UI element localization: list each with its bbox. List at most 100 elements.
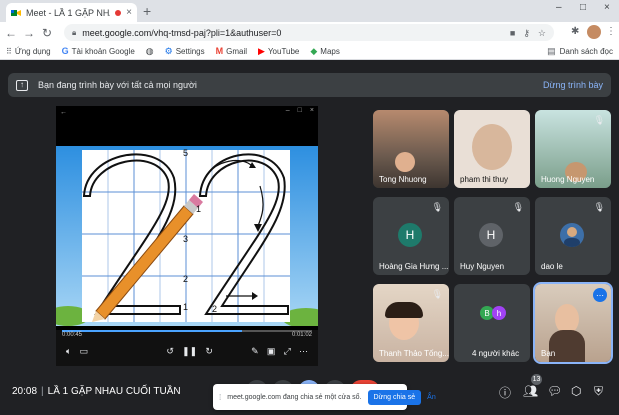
back-icon[interactable]: ← bbox=[4, 26, 18, 40]
participant-name: Bạn bbox=[541, 349, 556, 358]
meeting-info-icon[interactable]: ⓘ bbox=[499, 384, 511, 401]
self-tile[interactable]: ⋯ Bạn bbox=[533, 282, 613, 364]
reading-list-icon: ▤ bbox=[547, 46, 556, 56]
gmail-icon: M bbox=[215, 46, 224, 56]
profile-avatar[interactable] bbox=[587, 25, 601, 39]
stop-sharing-button[interactable]: Dừng chia sẻ bbox=[367, 389, 422, 405]
player-back-icon[interactable]: ← bbox=[60, 109, 67, 116]
pause-icon[interactable]: ❚❚ bbox=[182, 346, 197, 357]
extensions-icon[interactable]: ✱ bbox=[571, 26, 579, 37]
meeting-time: 20:08 bbox=[12, 386, 38, 397]
player-minimize-icon[interactable]: – bbox=[286, 107, 290, 114]
video-progress-bar[interactable] bbox=[62, 330, 312, 332]
slide-number: 2 bbox=[212, 304, 218, 314]
bookmark-settings[interactable]: ⚙ Settings bbox=[165, 46, 205, 57]
drag-handle-icon[interactable]: ⁞ bbox=[219, 393, 221, 402]
bookmark-globe[interactable]: ◍ bbox=[146, 46, 154, 57]
address-bar[interactable]: 🔒︎ meet.google.com/vhq-tmsd-paj?pli=1&au… bbox=[64, 24, 554, 41]
presentation-tile: ← – □ × 5 1 3 2 1 2 bbox=[56, 106, 318, 366]
bookmark-gmail[interactable]: M Gmail bbox=[216, 46, 247, 56]
rewind-icon[interactable]: ↺ bbox=[166, 346, 174, 357]
globe-icon: ◍ bbox=[145, 45, 154, 56]
hide-notification-button[interactable]: Ẩn bbox=[427, 394, 436, 401]
participant-tile[interactable]: pham thi thuy bbox=[454, 110, 530, 188]
participant-name: Tong Nhuong bbox=[379, 175, 427, 184]
recording-dot-icon bbox=[115, 9, 122, 16]
activities-icon[interactable]: ⬡ bbox=[571, 384, 581, 398]
banner-text: Bạn đang trình bày với tất cả mọi người bbox=[38, 80, 197, 90]
participant-tile[interactable]: 🎙︎ Thanh Thảo Tống... bbox=[373, 284, 449, 362]
close-window-button[interactable]: × bbox=[604, 2, 610, 13]
reading-list-label: Danh sách đọc bbox=[559, 47, 613, 56]
maximize-button[interactable]: □ bbox=[580, 2, 586, 13]
bookmark-label: Tài khoản Google bbox=[71, 46, 135, 56]
reload-icon[interactable]: ↻ bbox=[40, 26, 54, 40]
participant-face bbox=[472, 124, 512, 170]
gear-icon: ⚙ bbox=[164, 45, 173, 56]
bookmark-label: Gmail bbox=[226, 46, 248, 56]
key-icon[interactable]: ⚷ bbox=[523, 28, 530, 39]
bookmark-google-account[interactable]: G Tài khoản Google bbox=[62, 46, 135, 56]
mic-off-icon: 🎙︎ bbox=[431, 202, 443, 212]
participant-name: Huong Nguyen bbox=[541, 175, 595, 184]
apps-grid-icon: ⠿ bbox=[6, 46, 12, 56]
player-close-icon[interactable]: × bbox=[310, 107, 314, 114]
bookmark-apps[interactable]: ⠿ Ứng dụng bbox=[6, 47, 51, 56]
pen-icon[interactable]: ✎ bbox=[251, 346, 259, 357]
tab-close-icon[interactable]: × bbox=[126, 7, 132, 18]
host-controls-icon[interactable]: ⛨ bbox=[594, 384, 603, 399]
tab-title: Meet - LẦ 1 GẶP NHAU CUỐ bbox=[26, 7, 110, 18]
forward-icon[interactable]: → bbox=[22, 26, 36, 40]
slide-number: 1 bbox=[183, 302, 189, 312]
slide-number: 5 bbox=[183, 148, 189, 158]
participant-tile[interactable]: Tong Nhuong bbox=[373, 110, 449, 188]
reading-list[interactable]: ▤ Danh sách đọc bbox=[547, 46, 613, 57]
slide-number: 1 bbox=[196, 204, 202, 214]
subtitles-icon[interactable]: ▭ bbox=[80, 346, 89, 357]
participant-tile[interactable]: 🎙︎ dao le bbox=[535, 197, 611, 275]
participant-name: Hoàng Gia Hưng ... bbox=[379, 262, 449, 271]
player-controls: 0:00:45 0:01:02 🔈︎ ▭ ↺ ❚❚ ↻ ✎ ▣ ⤢ ⋯ bbox=[56, 330, 318, 366]
sharing-notification: ⁞ meet.google.com đang chia sẻ một cửa s… bbox=[213, 384, 436, 410]
fullscreen-icon[interactable]: ⤢ bbox=[284, 346, 291, 357]
browser-toolbar: ← → ↻ 🔒︎ meet.google.com/vhq-tmsd-paj?pl… bbox=[0, 22, 619, 43]
more-options-icon[interactable]: ⋯ bbox=[299, 346, 308, 357]
mic-off-icon: 🎙︎ bbox=[512, 202, 524, 212]
participant-avatar bbox=[560, 223, 584, 247]
minimize-button[interactable]: – bbox=[556, 2, 562, 13]
tile-more-options-icon[interactable]: ⋯ bbox=[593, 288, 607, 302]
player-maximize-icon[interactable]: □ bbox=[298, 107, 302, 114]
chrome-menu-icon[interactable]: ⋮ bbox=[606, 26, 616, 37]
participant-tile[interactable]: 🎙︎ H Huy Nguyen bbox=[454, 197, 530, 275]
bookmark-label: YouTube bbox=[267, 46, 300, 56]
browser-tab[interactable]: Meet - LẦ 1 GẶP NHAU CUỐ × bbox=[6, 3, 137, 22]
bookmark-maps[interactable]: ◆ Maps bbox=[310, 46, 339, 57]
people-icon[interactable]: 👥︎ bbox=[523, 384, 538, 398]
bookmark-label: Settings bbox=[175, 46, 205, 56]
chat-icon[interactable]: 💬︎ bbox=[547, 384, 562, 398]
volume-icon[interactable]: 🔈︎ bbox=[66, 346, 71, 357]
other-initial: h bbox=[492, 306, 506, 320]
bookmark-star-icon[interactable]: ☆ bbox=[538, 28, 546, 39]
new-tab-button[interactable]: + bbox=[143, 3, 151, 19]
mic-off-icon: 🎙︎ bbox=[431, 289, 443, 299]
miniplayer-icon[interactable]: ▣ bbox=[267, 346, 276, 357]
participants-count-badge: 13 bbox=[531, 374, 542, 385]
bookmarks-bar: ⠿ Ứng dụng G Tài khoản Google ◍ ⚙ Settin… bbox=[0, 43, 619, 60]
stop-presenting-button[interactable]: Dừng trình bày bbox=[543, 80, 603, 90]
participant-tile[interactable]: 🎙︎ H Hoàng Gia Hưng ... bbox=[373, 197, 449, 275]
meet-favicon-icon bbox=[11, 8, 21, 18]
participant-name: dao le bbox=[541, 262, 563, 271]
forward-icon[interactable]: ↻ bbox=[205, 346, 213, 357]
participant-initial: H bbox=[479, 223, 503, 247]
participant-tile-others[interactable]: B h 4 người khác bbox=[454, 284, 530, 362]
presenting-banner: ↑ Bạn đang trình bày với tất cả mọi ngườ… bbox=[8, 73, 611, 97]
bookmark-label: Maps bbox=[320, 46, 340, 56]
bookmark-youtube[interactable]: ▶ YouTube bbox=[258, 46, 299, 57]
meeting-title: LẦ 1 GẶP NHAU CUỐI TUẦN bbox=[47, 386, 181, 397]
participant-face bbox=[395, 152, 415, 172]
mic-off-icon: 🎙︎ bbox=[593, 202, 605, 212]
participant-tile[interactable]: 🎙︎ Huong Nguyen bbox=[535, 110, 611, 188]
camera-in-use-icon[interactable]: ■ bbox=[510, 28, 515, 39]
participant-name: Thanh Thảo Tống... bbox=[379, 349, 449, 358]
